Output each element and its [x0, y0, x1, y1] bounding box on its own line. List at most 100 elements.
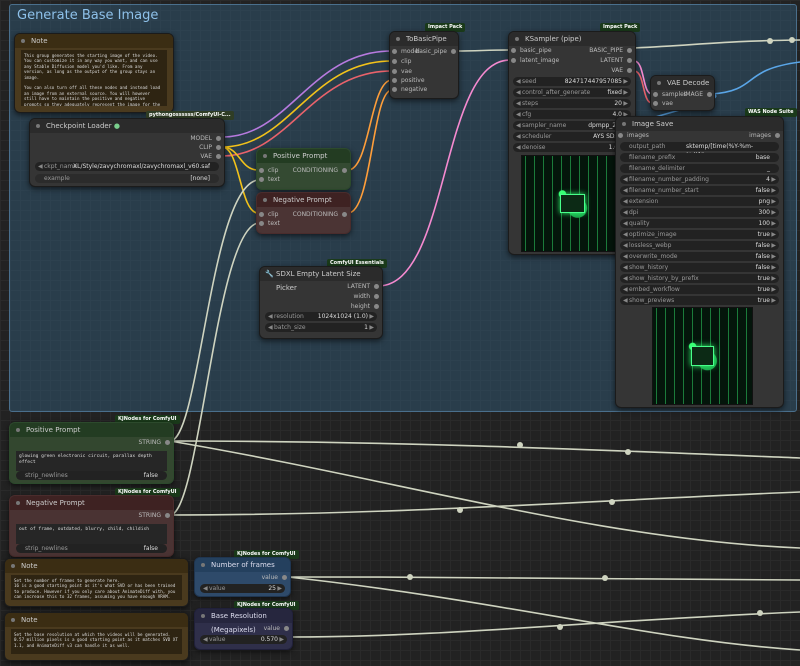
wire-res-out: [289, 611, 800, 638]
sdxl-latent-node[interactable]: 🔧 SDXL Empty Latent Size Picker LATENT wi…: [259, 266, 383, 339]
tobasic-output-basic-pipe[interactable]: basic_pipe: [415, 48, 456, 56]
note-node-frames[interactable]: Note Set the number of frames to generat…: [4, 558, 189, 607]
is-widget-2[interactable]: filename_delimiter _: [620, 164, 779, 173]
is-widget-8[interactable]: ◀ optimize_image true ▶: [620, 230, 779, 239]
note-text[interactable]: This group generates the starting image …: [21, 50, 167, 106]
baseres-output-value[interactable]: value: [264, 625, 289, 633]
note-node-resolution[interactable]: Note Set the base resolution at which th…: [4, 612, 189, 661]
number-of-frames-node[interactable]: Number of frames value ◀ value 25 ▶: [194, 557, 291, 597]
neg-enc-input-clip[interactable]: clip: [260, 211, 278, 219]
tobasic-input-positive[interactable]: positive: [393, 77, 425, 85]
chevron-left-icon[interactable]: ◀: [38, 162, 43, 171]
pos-prompt-toggle[interactable]: strip_newlines false: [16, 471, 167, 480]
note3-header[interactable]: Note: [5, 613, 188, 627]
latent-header[interactable]: 🔧 SDXL Empty Latent Size Picker: [260, 267, 382, 292]
baseres-widget[interactable]: ◀ value 0.570 ▶: [200, 635, 287, 644]
is-widget-13[interactable]: ◀ embed_workflow true ▶: [620, 285, 779, 294]
is-widget-10[interactable]: ◀ overwrite_mode false ▶: [620, 252, 779, 261]
note3-text[interactable]: Set the base resolution at which the vid…: [11, 629, 182, 654]
imgsave-input-images[interactable]: images: [619, 132, 649, 140]
imgsave-header[interactable]: Image Save: [616, 117, 783, 131]
checkpoint-loader-node[interactable]: Checkpoint Loader ● MODEL CLIP VAE ◀ ckp…: [29, 118, 225, 187]
pos-prompt-textarea[interactable]: glowing green electronic circuit, parall…: [16, 451, 167, 471]
checkpoint-output-clip[interactable]: CLIP: [199, 144, 221, 152]
latent-output-width[interactable]: width: [353, 293, 379, 301]
ksampler-input-latent-image[interactable]: latent_image: [512, 57, 559, 65]
image-save-node[interactable]: Image Save images images output_path skte…: [615, 116, 784, 408]
checkpoint-header[interactable]: Checkpoint Loader ●: [30, 119, 224, 133]
pos-prompt-output-string[interactable]: STRING: [138, 439, 170, 447]
ks-widget-seed[interactable]: ◀ seed 824717447957085 ▶: [513, 77, 631, 86]
ks-widget-scheduler[interactable]: ◀schedulerAYS SDXL▶: [513, 132, 631, 141]
is-widget-12[interactable]: ◀ show_history_by_prefix true ▶: [620, 274, 779, 283]
ckpt-name-widget[interactable]: ◀ ckpt_name XL/Style/zavychromaxl/zavych…: [35, 162, 219, 171]
negative-encode-node[interactable]: Negative Prompt clip text CONDITIONING: [256, 192, 351, 234]
is-widget-14[interactable]: ◀ show_previews true ▶: [620, 296, 779, 305]
neg-prompt-toggle[interactable]: strip_newlines false: [16, 544, 167, 553]
latent-widget-batch[interactable]: ◀ batch_size 1 ▶: [265, 323, 377, 332]
vae-output-image[interactable]: IMAGE: [684, 91, 712, 99]
checkpoint-output-vae[interactable]: VAE: [200, 153, 221, 161]
pos-enc-input-clip[interactable]: clip: [260, 167, 278, 175]
frames-output-value[interactable]: value: [262, 574, 287, 582]
neg-enc-header[interactable]: Negative Prompt: [257, 193, 350, 207]
is-widget-1[interactable]: filename_prefix base: [620, 153, 779, 162]
pos-prompt-header[interactable]: Positive Prompt: [10, 423, 173, 437]
baseres-header[interactable]: Base Resolution (Megapixels): [195, 609, 292, 634]
latent-output-latent[interactable]: LATENT: [347, 283, 379, 291]
vae-input-vae[interactable]: vae: [654, 100, 673, 108]
latent-widget-resolution[interactable]: ◀ resolution 1024x1024 (1.0) ▶: [265, 312, 377, 321]
imgsave-output-images[interactable]: images: [749, 132, 780, 140]
is-widget-7[interactable]: ◀ quality 100 ▶: [620, 219, 779, 228]
pos-enc-output[interactable]: CONDITIONING: [293, 167, 347, 175]
ks-widget-sampler[interactable]: ◀sampler_namedpmpp_2m▶: [513, 121, 631, 130]
ksampler-output-vae[interactable]: VAE: [611, 67, 632, 75]
example-widget[interactable]: example [none]: [35, 174, 219, 183]
note-node-intro[interactable]: Note This group generates the starting i…: [14, 33, 174, 113]
positive-prompt-node[interactable]: Positive Prompt STRING glowing green ele…: [9, 422, 174, 484]
base-resolution-node[interactable]: Base Resolution (Megapixels) value ◀ valu…: [194, 608, 293, 650]
graph-canvas[interactable]: Generate Base Image Note This group gene…: [0, 0, 800, 666]
ksampler-input-basic-pipe[interactable]: basic_pipe: [512, 47, 552, 55]
tobasic-header[interactable]: ToBasicPipe: [390, 32, 458, 46]
neg-prompt-header[interactable]: Negative Prompt: [10, 496, 173, 510]
wrench-icon: 🔧: [265, 270, 274, 278]
is-widget-11[interactable]: ◀ show_history false ▶: [620, 263, 779, 272]
neg-enc-output[interactable]: CONDITIONING: [293, 211, 347, 219]
pos-enc-header[interactable]: Positive Prompt: [257, 149, 350, 163]
tobasicpipe-node[interactable]: ToBasicPipe model clip vae positive nega…: [389, 31, 459, 99]
ks-widget-control[interactable]: ◀ control_after_generate fixed ▶: [513, 88, 631, 97]
ks-widget-cfg[interactable]: ◀ cfg 4.0 ▶: [513, 110, 631, 119]
is-widget-0[interactable]: output_pathsktemp/[time(%Y-%m-%d)]/img: [620, 142, 779, 159]
latent-output-height[interactable]: height: [351, 303, 379, 311]
is-widget-4[interactable]: ◀ filename_number_start false ▶: [620, 186, 779, 195]
neg-prompt-textarea[interactable]: out of frame, outdated, blurry, child, c…: [16, 524, 167, 544]
ksampler-header[interactable]: KSampler (pipe): [509, 32, 635, 46]
group-title[interactable]: Generate Base Image: [17, 8, 158, 23]
vae-decode-node[interactable]: VAE Decode samples vae IMAGE: [650, 75, 715, 111]
note-header[interactable]: Note: [15, 34, 173, 48]
ks-widget-denoise[interactable]: ◀denoise1.00▶: [513, 143, 631, 152]
frames-header[interactable]: Number of frames: [195, 558, 290, 572]
checkpoint-output-model[interactable]: MODEL: [190, 135, 221, 143]
neg-prompt-output-string[interactable]: STRING: [138, 512, 170, 520]
frames-widget[interactable]: ◀ value 25 ▶: [200, 584, 285, 593]
negative-prompt-node[interactable]: Negative Prompt STRING out of frame, out…: [9, 495, 174, 557]
tobasic-input-vae[interactable]: vae: [393, 68, 412, 76]
pos-enc-input-text[interactable]: text: [260, 176, 280, 184]
note2-text[interactable]: Set the number of frames to generate her…: [11, 575, 182, 600]
is-widget-9[interactable]: ◀ lossless_webp false ▶: [620, 241, 779, 250]
note2-header[interactable]: Note: [5, 559, 188, 573]
ksampler-output-basic-pipe[interactable]: BASIC_PIPE: [589, 47, 632, 55]
vae-input-samples[interactable]: samples: [654, 91, 687, 99]
ksampler-output-latent[interactable]: LATENT: [600, 57, 632, 65]
ks-widget-steps[interactable]: ◀ steps 20 ▶: [513, 99, 631, 108]
is-widget-3[interactable]: ◀ filename_number_padding 4 ▶: [620, 175, 779, 184]
is-widget-6[interactable]: ◀ dpi 300 ▶: [620, 208, 779, 217]
neg-enc-input-text[interactable]: text: [260, 220, 280, 228]
tobasic-input-clip[interactable]: clip: [393, 58, 411, 66]
vae-header[interactable]: VAE Decode: [651, 76, 714, 90]
positive-encode-node[interactable]: Positive Prompt clip text CONDITIONING: [256, 148, 351, 190]
is-widget-5[interactable]: ◀ extension png ▶: [620, 197, 779, 206]
tobasic-input-negative[interactable]: negative: [393, 86, 427, 94]
